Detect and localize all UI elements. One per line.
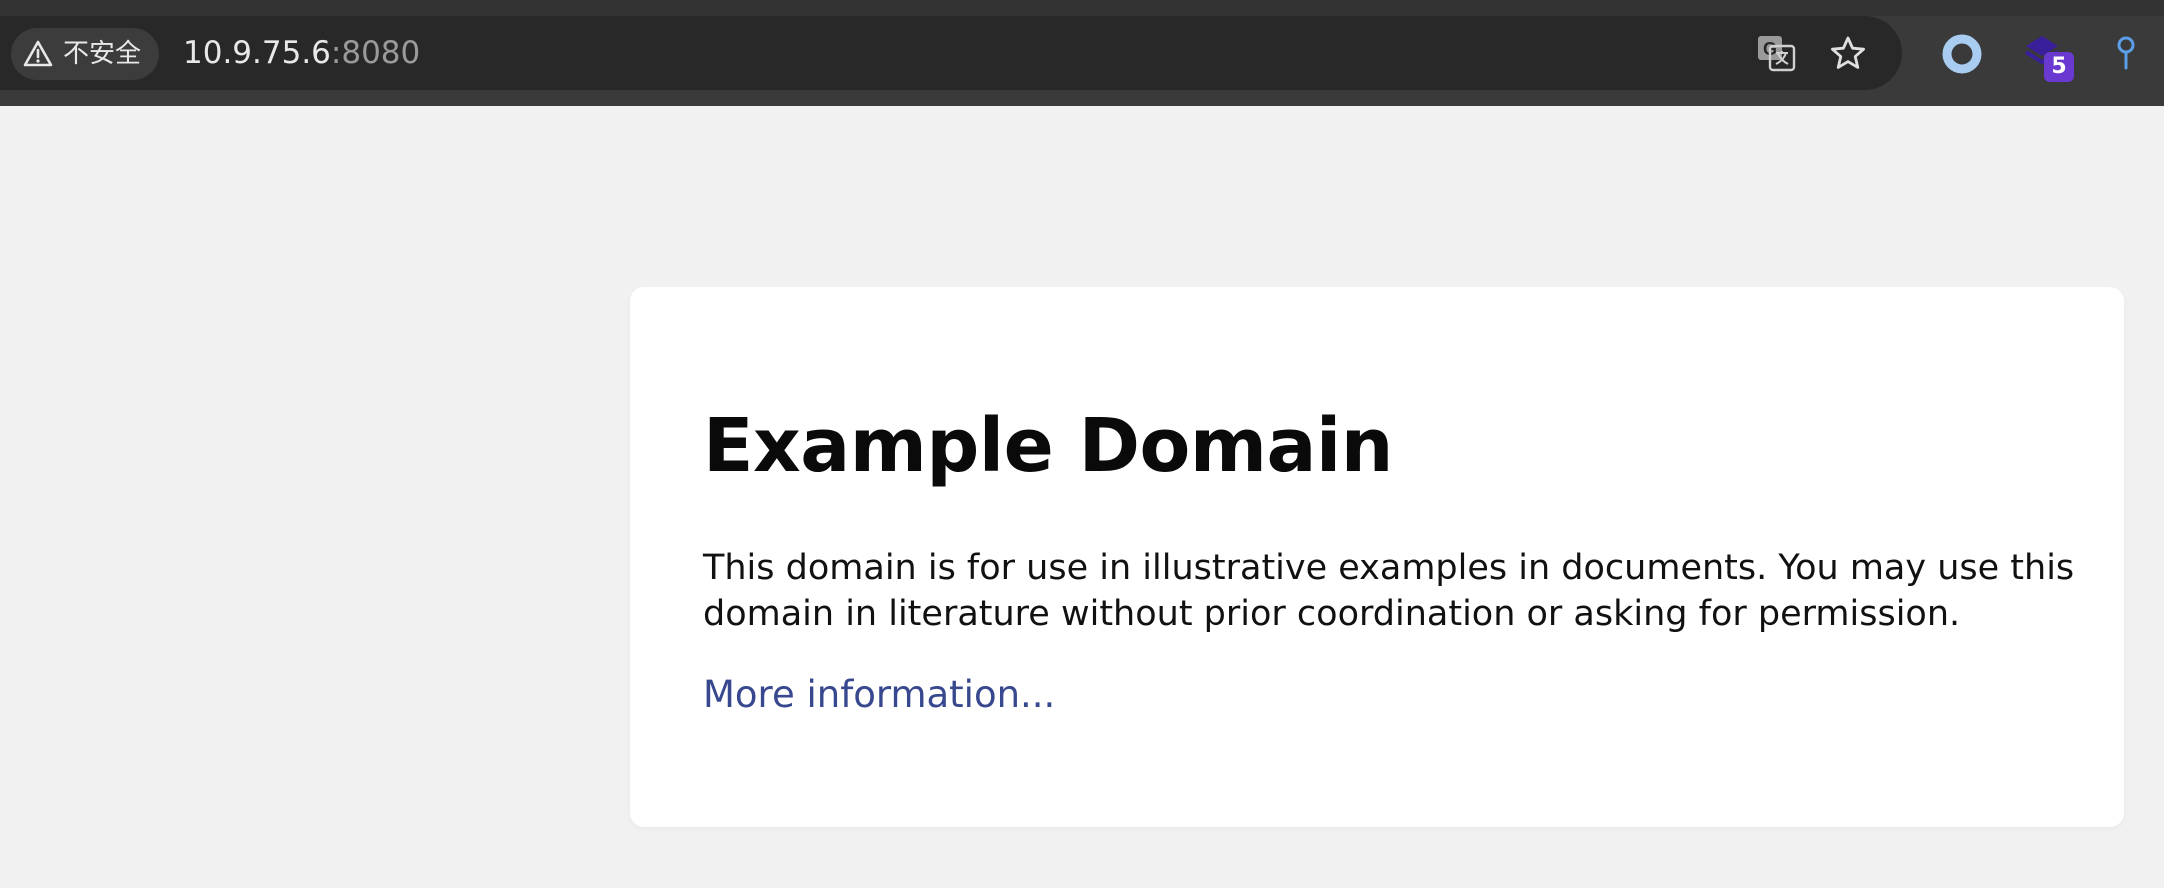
warning-triangle-icon [23, 40, 53, 68]
ring-extension-icon[interactable] [1938, 30, 1986, 78]
security-indicator-chip[interactable]: 不安全 [11, 28, 160, 80]
security-label: 不安全 [63, 39, 142, 69]
omnibox[interactable]: 不安全 10.9.75.6:8080 G [0, 16, 1902, 90]
extension-badge: 5 [2044, 52, 2074, 82]
browser-toolbar: 不安全 10.9.75.6:8080 G 5 [0, 0, 2164, 106]
description-text: This domain is for use in illustrative e… [703, 548, 2075, 634]
url-port: :8080 [330, 35, 421, 71]
stack-extension-icon[interactable]: 5 [2020, 30, 2074, 82]
more-information-link[interactable]: More information... [703, 672, 1055, 718]
translate-icon[interactable]: G [1756, 33, 1796, 73]
url-text[interactable]: 10.9.75.6:8080 [183, 16, 420, 90]
url-host: 10.9.75.6 [183, 35, 331, 71]
pin-extension-icon[interactable] [2102, 30, 2150, 78]
tab-strip-edge [0, 0, 2164, 16]
content-card: Example Domain This domain is for use in… [630, 287, 2124, 827]
page-title: Example Domain [703, 403, 1393, 489]
bookmark-star-icon[interactable] [1828, 33, 1868, 73]
